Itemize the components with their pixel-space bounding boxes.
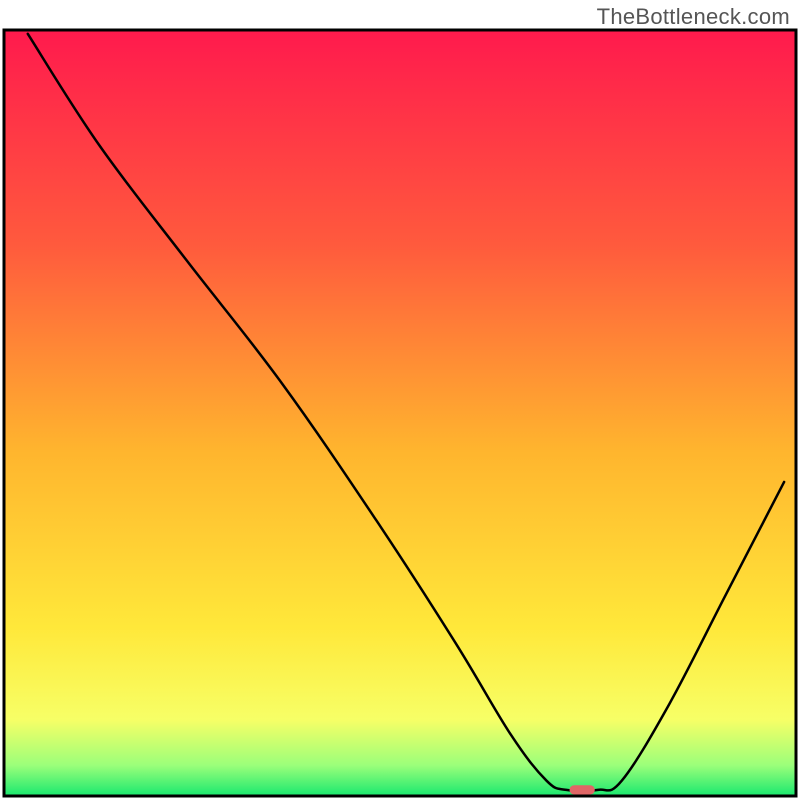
chart-background <box>4 30 796 796</box>
optimal-marker <box>569 785 594 794</box>
bottleneck-chart <box>0 0 800 800</box>
watermark-text: TheBottleneck.com <box>597 4 790 30</box>
chart-container: TheBottleneck.com <box>0 0 800 800</box>
